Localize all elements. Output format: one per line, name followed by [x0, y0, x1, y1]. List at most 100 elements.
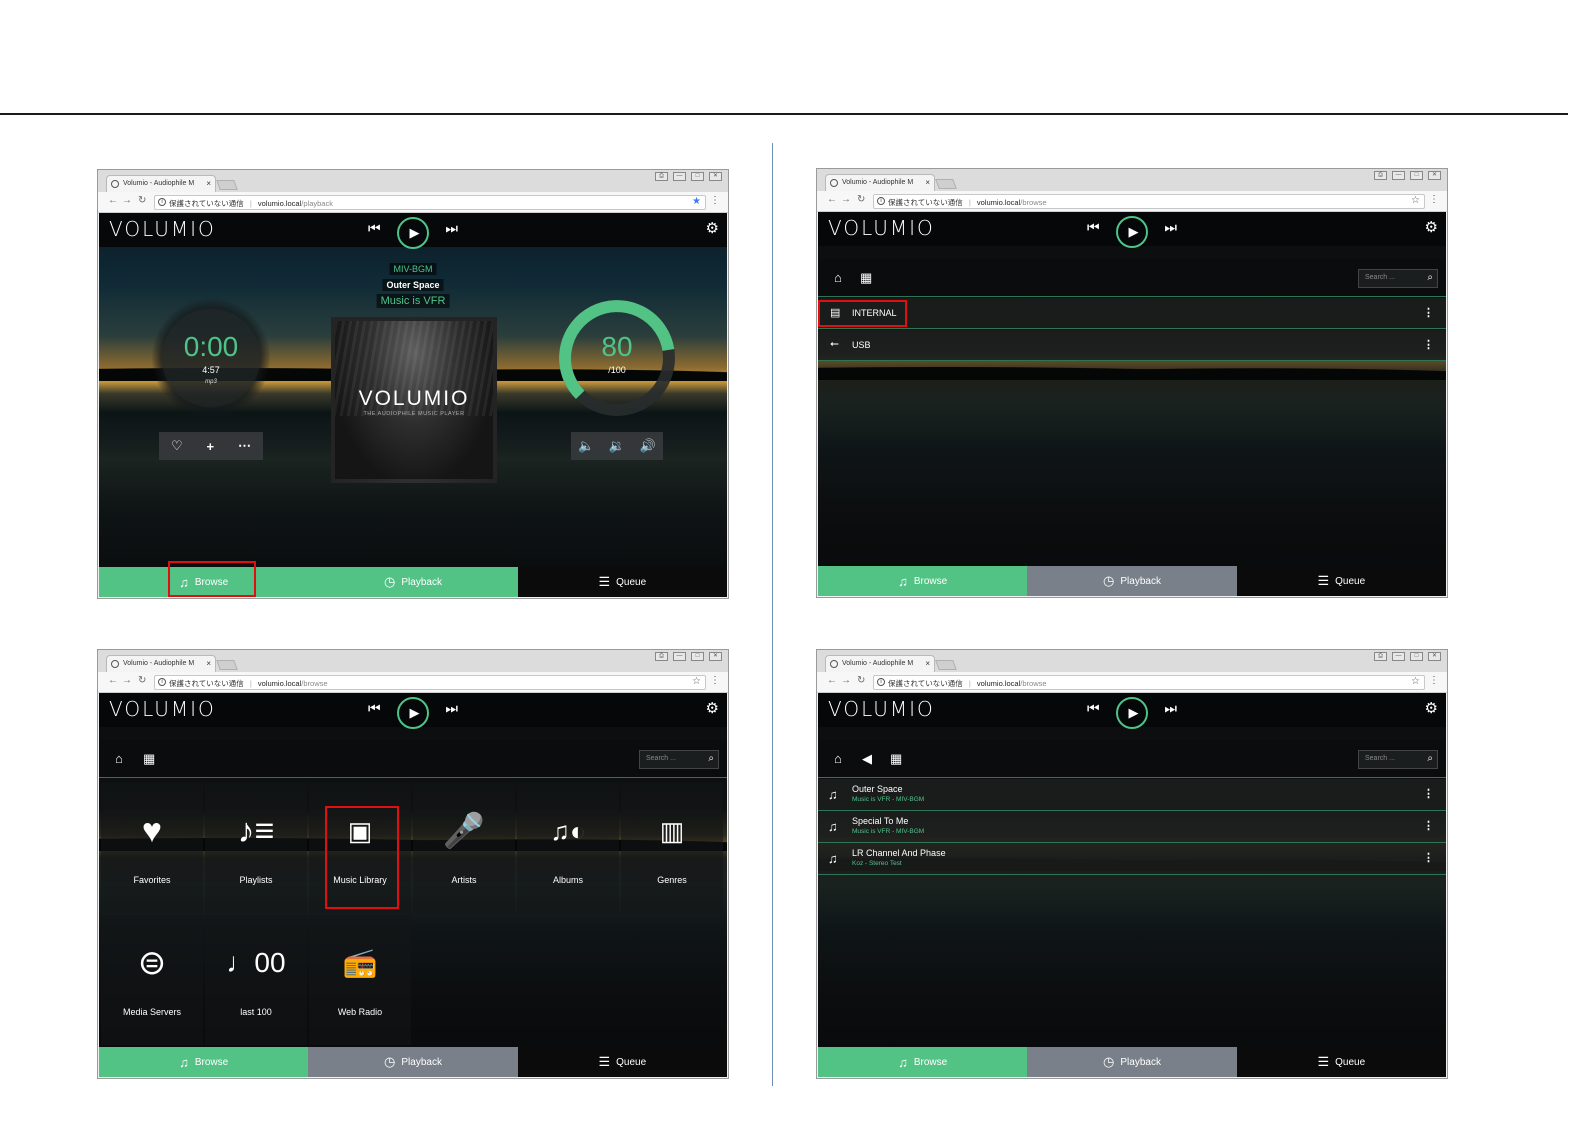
url-field[interactable]: i 保護されていない通信 | volumio.local/browse ☆ — [873, 194, 1425, 209]
play-button[interactable]: ▶ — [397, 217, 429, 249]
previous-track-icon[interactable]: ⏮ — [1087, 700, 1100, 717]
previous-track-icon[interactable]: ⏮ — [368, 220, 381, 237]
back-arrow-icon[interactable]: ← — [108, 675, 118, 686]
browser-tab[interactable]: Volumio - Audiophile M × — [825, 655, 935, 672]
footer-queue[interactable]: ☰ Queue — [1236, 1047, 1446, 1077]
tab-close-icon[interactable]: × — [206, 659, 211, 668]
grid-view-icon[interactable]: ▦ — [890, 751, 902, 767]
browser-menu-icon[interactable]: ⋮ — [1429, 675, 1439, 686]
window-close-icon[interactable]: ✕ — [1428, 171, 1441, 180]
back-arrow-icon[interactable]: ← — [827, 194, 837, 205]
window-minimize-icon[interactable]: — — [1392, 171, 1405, 180]
list-item[interactable]: ▤ INTERNAL ⋮ — [818, 298, 1446, 329]
settings-gear-icon[interactable]: ⚙ — [1425, 218, 1438, 236]
footer-browse[interactable]: ♫ Browse — [818, 566, 1028, 596]
window-minimize-icon[interactable]: — — [1392, 652, 1405, 661]
new-tab-button[interactable] — [216, 180, 238, 190]
settings-gear-icon[interactable]: ⚙ — [706, 219, 719, 237]
previous-track-icon[interactable]: ⏮ — [1087, 219, 1100, 236]
volume-up-icon[interactable]: 🔊 — [640, 438, 656, 454]
play-button[interactable]: ▶ — [1116, 216, 1148, 248]
tile-last-100[interactable]: ♩00 last 100 — [205, 915, 307, 1045]
info-icon[interactable]: i — [877, 678, 885, 686]
home-icon[interactable]: ⌂ — [115, 751, 123, 766]
search-input[interactable]: Search ... ⌕ — [1358, 269, 1438, 288]
footer-queue[interactable]: ☰ Queue — [517, 1047, 727, 1077]
next-track-icon[interactable]: ⏭ — [1164, 219, 1177, 236]
window-user-icon[interactable]: ⎙ — [655, 652, 668, 661]
url-field[interactable]: i 保護されていない通信 | volumio.local/browse ☆ — [154, 675, 706, 690]
bookmark-star-icon[interactable]: ☆ — [1411, 676, 1420, 687]
bookmark-star-icon[interactable]: ☆ — [1411, 195, 1420, 206]
forward-arrow-icon[interactable]: → — [841, 194, 851, 205]
search-icon[interactable]: ⌕ — [708, 753, 714, 764]
volume-mute-icon[interactable]: 🔈 — [578, 438, 594, 454]
tile-genres[interactable]: ▥ Genres — [621, 783, 723, 913]
window-close-icon[interactable]: ✕ — [1428, 652, 1441, 661]
next-track-icon[interactable]: ⏭ — [1164, 700, 1177, 717]
tile-favorites[interactable]: ♥ Favorites — [101, 783, 203, 913]
tile-artists[interactable]: 🎤 Artists — [413, 783, 515, 913]
browser-menu-icon[interactable]: ⋮ — [710, 675, 720, 686]
window-maximize-icon[interactable]: □ — [1410, 171, 1423, 180]
back-arrow-icon[interactable]: ← — [827, 675, 837, 686]
bookmark-star-icon[interactable]: ★ — [692, 196, 701, 207]
footer-browse[interactable]: ♫ Browse — [99, 1047, 309, 1077]
reload-icon[interactable]: ↻ — [138, 675, 146, 686]
bookmark-star-icon[interactable]: ☆ — [692, 676, 701, 687]
search-input[interactable]: Search ... ⌕ — [1358, 750, 1438, 769]
window-user-icon[interactable]: ⎙ — [1374, 171, 1387, 180]
window-close-icon[interactable]: ✕ — [709, 172, 722, 181]
info-icon[interactable]: i — [158, 678, 166, 686]
item-menu-icon[interactable]: ⋮ — [1423, 787, 1434, 800]
window-user-icon[interactable]: ⎙ — [1374, 652, 1387, 661]
item-menu-icon[interactable]: ⋮ — [1423, 306, 1434, 319]
play-button[interactable]: ▶ — [397, 697, 429, 729]
settings-gear-icon[interactable]: ⚙ — [1425, 699, 1438, 717]
search-icon[interactable]: ⌕ — [1427, 272, 1433, 283]
tab-close-icon[interactable]: × — [206, 179, 211, 188]
tile-albums[interactable]: ♫◐ Albums — [517, 783, 619, 913]
grid-view-icon[interactable]: ▦ — [860, 270, 872, 286]
info-icon[interactable]: i — [877, 197, 885, 205]
browser-menu-icon[interactable]: ⋮ — [710, 195, 720, 206]
footer-browse[interactable]: ♫ Browse — [818, 1047, 1028, 1077]
footer-queue[interactable]: ☰ Queue — [517, 567, 727, 597]
item-menu-icon[interactable]: ⋮ — [1423, 819, 1434, 832]
footer-playback[interactable]: ◷ Playback — [308, 567, 518, 597]
reload-icon[interactable]: ↻ — [857, 194, 865, 205]
table-row[interactable]: ♫ LR Channel And Phase Koz - Stereo Test… — [818, 843, 1446, 875]
footer-playback[interactable]: ◷ Playback — [1027, 1047, 1237, 1077]
browser-tab[interactable]: Volumio - Audiophile M × — [106, 655, 216, 672]
window-maximize-icon[interactable]: □ — [691, 172, 704, 181]
reload-icon[interactable]: ↻ — [857, 675, 865, 686]
search-input[interactable]: Search ... ⌕ — [639, 750, 719, 769]
window-maximize-icon[interactable]: □ — [691, 652, 704, 661]
info-icon[interactable]: i — [158, 198, 166, 206]
table-row[interactable]: ♫ Special To Me Music is VFR - MIV-BGM ⋮ — [818, 811, 1446, 843]
next-track-icon[interactable]: ⏭ — [445, 700, 458, 717]
window-maximize-icon[interactable]: □ — [1410, 652, 1423, 661]
heart-icon[interactable]: ♡ — [171, 438, 183, 454]
tab-close-icon[interactable]: × — [925, 178, 930, 187]
home-icon[interactable]: ⌂ — [834, 751, 842, 766]
reload-icon[interactable]: ↻ — [138, 195, 146, 206]
browser-tab[interactable]: Volumio - Audiophile M × — [825, 174, 935, 191]
search-icon[interactable]: ⌕ — [1427, 753, 1433, 764]
browser-menu-icon[interactable]: ⋮ — [1429, 194, 1439, 205]
new-tab-button[interactable] — [935, 660, 957, 670]
more-icon[interactable]: ⋯ — [238, 438, 251, 454]
volume-knob[interactable]: 80 /100 — [558, 299, 676, 417]
home-icon[interactable]: ⌂ — [834, 270, 842, 285]
window-minimize-icon[interactable]: — — [673, 172, 686, 181]
play-button[interactable]: ▶ — [1116, 697, 1148, 729]
back-arrow-icon[interactable]: ← — [108, 195, 118, 206]
tab-close-icon[interactable]: × — [925, 659, 930, 668]
settings-gear-icon[interactable]: ⚙ — [706, 699, 719, 717]
grid-view-icon[interactable]: ▦ — [143, 751, 155, 767]
previous-track-icon[interactable]: ⏮ — [368, 700, 381, 717]
window-close-icon[interactable]: ✕ — [709, 652, 722, 661]
tile-playlists[interactable]: ♪≡ Playlists — [205, 783, 307, 913]
table-row[interactable]: ♫ Outer Space Music is VFR - MIV-BGM ⋮ — [818, 779, 1446, 811]
plus-icon[interactable]: + — [207, 439, 215, 454]
